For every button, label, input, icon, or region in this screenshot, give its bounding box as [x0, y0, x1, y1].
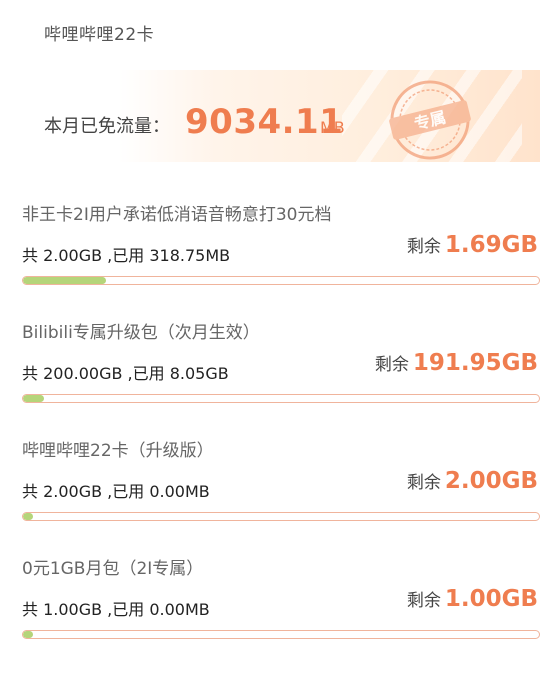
usage-progress-bar [22, 512, 540, 521]
package-remaining: 剩余 1.00GB [407, 586, 538, 612]
remaining-label: 剩余 [374, 355, 409, 375]
usage-progress-fill [23, 513, 33, 520]
remaining-label: 剩余 [406, 473, 441, 493]
remaining-value: 1.00GB [444, 586, 538, 612]
package-name: 0元1GB月包（2I专属） [22, 559, 204, 579]
remaining-value: 2.00GB [444, 468, 538, 494]
package-usage: 共 2.00GB ,已用 318.75MB [22, 246, 231, 265]
free-traffic-label: 本月已免流量： [44, 116, 170, 137]
usage-progress-fill [23, 631, 33, 638]
usage-progress-bar [22, 394, 540, 403]
remaining-label: 剩余 [406, 237, 441, 257]
package-usage: 共 200.00GB ,已用 8.05GB [22, 364, 229, 383]
usage-progress-fill [23, 395, 44, 402]
usage-progress-bar [22, 630, 540, 639]
remaining-label: 剩余 [406, 591, 441, 611]
exclusive-stamp-icon: 专属 [389, 80, 471, 160]
package-usage: 共 2.00GB ,已用 0.00MB [22, 482, 210, 501]
stamp-text: 专属 [412, 107, 448, 133]
remaining-value: 1.69GB [444, 232, 538, 258]
free-traffic-unit: MB [320, 118, 345, 137]
usage-progress-fill [23, 277, 106, 284]
usage-progress-bar [22, 276, 540, 285]
card-title: 哔哩哔哩22卡 [44, 25, 155, 45]
package-remaining: 剩余 191.95GB [375, 350, 538, 376]
package-name: 非王卡2I用户承诺低消语音畅意打30元档 [22, 205, 332, 225]
remaining-value: 191.95GB [412, 350, 538, 376]
package-remaining: 剩余 2.00GB [407, 468, 538, 494]
package-remaining: 剩余 1.69GB [407, 232, 538, 258]
package-name: Bilibili专属升级包（次月生效） [22, 323, 260, 343]
package-name: 哔哩哔哩22卡（升级版） [22, 441, 214, 461]
package-usage: 共 1.00GB ,已用 0.00MB [22, 600, 210, 619]
